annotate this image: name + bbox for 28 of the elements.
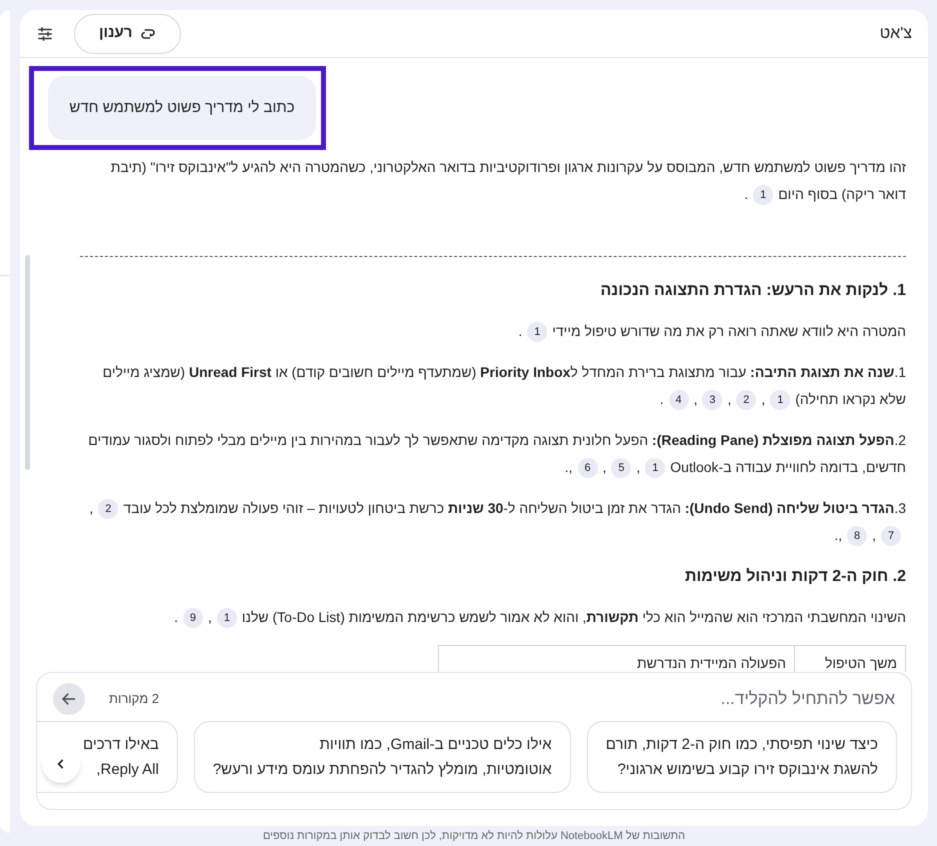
suggestion-chip[interactable]: כיצד שינוי תפיסתי, כמו חוק ה-2 דקות, תורם להשגת אינבוקס זירו קבוע בשימוש ארגוני? (586, 721, 897, 793)
refresh-button[interactable]: רענון (74, 14, 182, 54)
citation-badge[interactable]: 9 (182, 608, 203, 628)
citation-badge[interactable]: 2 (736, 390, 756, 410)
citation-badge[interactable]: 1 (770, 390, 790, 410)
citation-badge[interactable]: 1 (527, 322, 548, 342)
citation-badge[interactable]: 2 (98, 499, 118, 520)
back-arrow-button[interactable] (53, 683, 85, 715)
table-header-cell-text: הפעולה המיידית הנדרשת (636, 654, 787, 672)
suggestion-chip[interactable]: אילו כלים טכניים ב-Gmail, כמו תוויות אוטומטיות, מומלץ להגדיר להפחתת עומס מידע ורעש? (194, 721, 571, 793)
section-heading: 2. חוק ה-2 דקות וניהול משימות (684, 567, 906, 587)
citation-badge[interactable]: 4 (668, 390, 689, 410)
citation-badge[interactable]: 1 (645, 458, 666, 478)
citation-badge[interactable]: 7 (881, 526, 901, 546)
citation-badge[interactable]: 5 (611, 458, 632, 478)
citation-badge[interactable]: 8 (847, 526, 868, 546)
sources-count: 2 מקורות (108, 690, 159, 708)
citation-badge[interactable]: 1 (216, 608, 237, 628)
section-heading: 1. לנקות את הרעש: הגדרת התצוגה הנכונה (599, 281, 906, 301)
panel-title: צ'אט (880, 24, 912, 44)
citation-badge[interactable]: 1 (753, 185, 774, 206)
citation-badge[interactable]: 6 (578, 458, 598, 478)
user-message: כתוב לי מדריך פשוט למשתמש חדש (48, 76, 316, 140)
scrollbar[interactable] (25, 255, 30, 470)
disclaimer-text: התשובות של NotebookLM עלולות להיות לא מדויקות, לכן חשוב לבדוק אותן במקורות נוספים (262, 829, 686, 843)
citation-badge[interactable]: 3 (702, 390, 722, 410)
message-input[interactable]: אפשר להתחיל להקליד... (159, 686, 895, 712)
settings-sliders-icon[interactable] (36, 24, 54, 42)
